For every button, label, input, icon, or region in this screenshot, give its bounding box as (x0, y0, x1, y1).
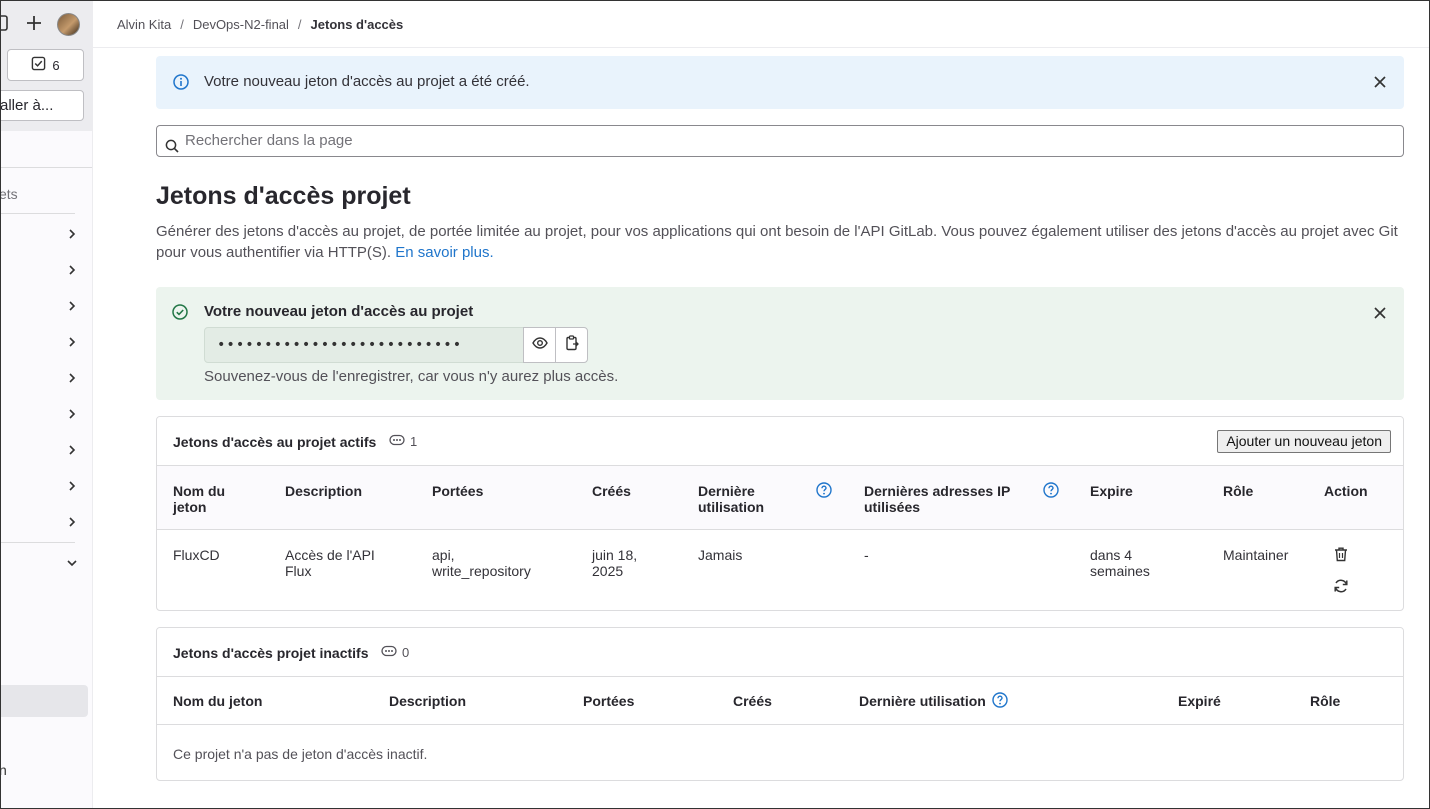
page-description: Générer des jetons d'accès au projet, de… (156, 221, 1404, 263)
close-icon[interactable] (1372, 74, 1388, 90)
todo-icon (31, 56, 46, 74)
token-value-field[interactable]: •••••••••••••••••••••••••• (204, 327, 524, 363)
help-icon[interactable] (992, 692, 1008, 708)
todo-button[interactable]: 6 (7, 49, 84, 81)
active-tokens-card: Jetons d'accès au projet actifs 1 Ajoute… (156, 416, 1404, 611)
inactive-tokens-count-value: 0 (402, 645, 410, 660)
breadcrumb-current[interactable]: Jetons d'accès (311, 17, 404, 32)
column-header[interactable]: Créés (733, 693, 772, 709)
new-token-title: Votre nouveau jeton d'accès au projet (204, 303, 474, 320)
sidebar-divider (1, 213, 75, 214)
column-header[interactable]: Rôle (1310, 693, 1340, 709)
token-name: FluxCD (173, 547, 220, 563)
copy-token-button[interactable] (555, 327, 588, 363)
avatar[interactable] (57, 13, 80, 36)
chevron-right-icon[interactable] (65, 335, 79, 349)
column-header[interactable]: Créés (592, 483, 631, 499)
chevron-down-icon[interactable] (65, 556, 79, 570)
chevron-right-icon[interactable] (65, 371, 79, 385)
app-window: 6 aller à... ets n Alvin Kita / DevOps-N… (0, 0, 1430, 809)
sidebar-divider (1, 542, 75, 543)
active-tokens-count: 1 (389, 434, 417, 449)
chevron-right-icon[interactable] (65, 299, 79, 313)
token-created: juin 18, 2025 (592, 547, 638, 579)
inactive-tokens-card: Jetons d'accès projet inactifs 0 Nom du … (156, 627, 1404, 781)
column-header[interactable]: Portées (583, 693, 634, 709)
help-icon[interactable] (816, 482, 832, 498)
sidebar-divider (1, 167, 92, 168)
token-role: Maintainer (1223, 547, 1289, 563)
breadcrumb-item[interactable]: Alvin Kita (117, 17, 171, 32)
sidebar-item-active[interactable] (1, 685, 88, 717)
chevron-right-icon[interactable] (65, 443, 79, 457)
help-icon[interactable] (1043, 482, 1059, 498)
check-circle-icon (172, 304, 188, 320)
column-header[interactable]: Expire (1090, 483, 1133, 499)
token-last-ips: - (864, 547, 869, 563)
column-header[interactable]: Nom du jeton (173, 693, 262, 709)
column-header[interactable]: Dernière utilisation (698, 483, 788, 515)
inactive-tokens-table-header: Nom du jeton Description Portées Créés D… (157, 677, 1403, 725)
token-expires: dans 4 semaines (1090, 547, 1150, 579)
token-last-used: Jamais (698, 547, 743, 563)
page-description-text: Générer des jetons d'accès au projet, de… (156, 223, 1398, 261)
sidebar-partial-label[interactable]: n (1, 762, 7, 778)
token-count-icon (389, 434, 405, 449)
empty-state-text: Ce projet n'a pas de jeton d'accès inact… (173, 746, 428, 762)
chevron-right-icon[interactable] (65, 227, 79, 241)
active-tokens-table-header: Nom du jeton Description Portées Créés D… (157, 466, 1403, 530)
breadcrumb-separator: / (297, 16, 302, 32)
sidebar-partial-label[interactable]: ets (1, 186, 18, 202)
column-header[interactable]: Rôle (1223, 483, 1253, 499)
column-header[interactable]: Description (389, 693, 466, 709)
info-alert-text: Votre nouveau jeton d'accès au projet a … (204, 73, 530, 90)
column-header[interactable]: Action (1324, 483, 1368, 499)
close-icon[interactable] (1372, 305, 1388, 321)
active-tokens-count-value: 1 (410, 434, 418, 449)
chevron-right-icon[interactable] (65, 263, 79, 277)
chevron-right-icon[interactable] (65, 407, 79, 421)
token-scopes: api, write_repository (432, 547, 531, 579)
learn-more-link[interactable]: En savoir plus. (395, 244, 493, 261)
breadcrumb-separator: / (180, 16, 184, 32)
info-alert: Votre nouveau jeton d'accès au projet a … (156, 56, 1404, 109)
info-icon (173, 74, 189, 90)
inactive-tokens-count: 0 (381, 645, 409, 660)
table-row: FluxCD Accès de l'API Flux api, write_re… (157, 530, 1403, 610)
token-count-icon (381, 645, 397, 660)
column-header[interactable]: Dernière utilisation (859, 693, 986, 709)
inactive-tokens-title: Jetons d'accès projet inactifs (173, 645, 369, 661)
goto-button[interactable]: aller à... (1, 90, 84, 121)
add-token-button[interactable]: Ajouter un nouveau jeton (1217, 430, 1391, 453)
new-token-alert: Votre nouveau jeton d'accès au projet ••… (156, 287, 1404, 400)
chevron-right-icon[interactable] (65, 515, 79, 529)
sidebar-toggle-icon[interactable] (1, 15, 9, 31)
column-header[interactable]: Nom du jeton (173, 483, 243, 515)
sidebar: 6 aller à... ets n (1, 1, 93, 808)
todo-count: 6 (52, 57, 60, 73)
breadcrumb-item[interactable]: DevOps-N2-final (193, 17, 289, 32)
rotate-icon[interactable] (1333, 578, 1349, 594)
new-token-hint: Souvenez-vous de l'enregistrer, car vous… (204, 368, 619, 385)
chevron-right-icon[interactable] (65, 479, 79, 493)
clipboard-icon (564, 334, 580, 356)
search-input[interactable]: Rechercher dans la page (156, 125, 1404, 157)
column-header[interactable]: Expiré (1178, 693, 1221, 709)
search-placeholder: Rechercher dans la page (185, 132, 353, 149)
reveal-token-button[interactable] (523, 327, 556, 363)
active-tokens-header: Jetons d'accès au projet actifs 1 Ajoute… (157, 417, 1403, 466)
breadcrumb: Alvin Kita / DevOps-N2-final / Jetons d'… (93, 1, 1429, 48)
plus-icon[interactable] (25, 14, 43, 32)
active-tokens-title: Jetons d'accès au projet actifs (173, 434, 377, 450)
search-icon (165, 134, 179, 153)
column-header[interactable]: Dernières adresses IP utilisées (864, 483, 1024, 515)
eye-icon (531, 335, 548, 356)
page-title: Jetons d'accès projet (156, 182, 411, 210)
column-header[interactable]: Portées (432, 483, 483, 499)
column-header[interactable]: Description (285, 483, 362, 499)
token-description: Accès de l'API Flux (285, 547, 375, 579)
inactive-tokens-header: Jetons d'accès projet inactifs 0 (157, 628, 1403, 677)
trash-icon[interactable] (1333, 546, 1349, 562)
